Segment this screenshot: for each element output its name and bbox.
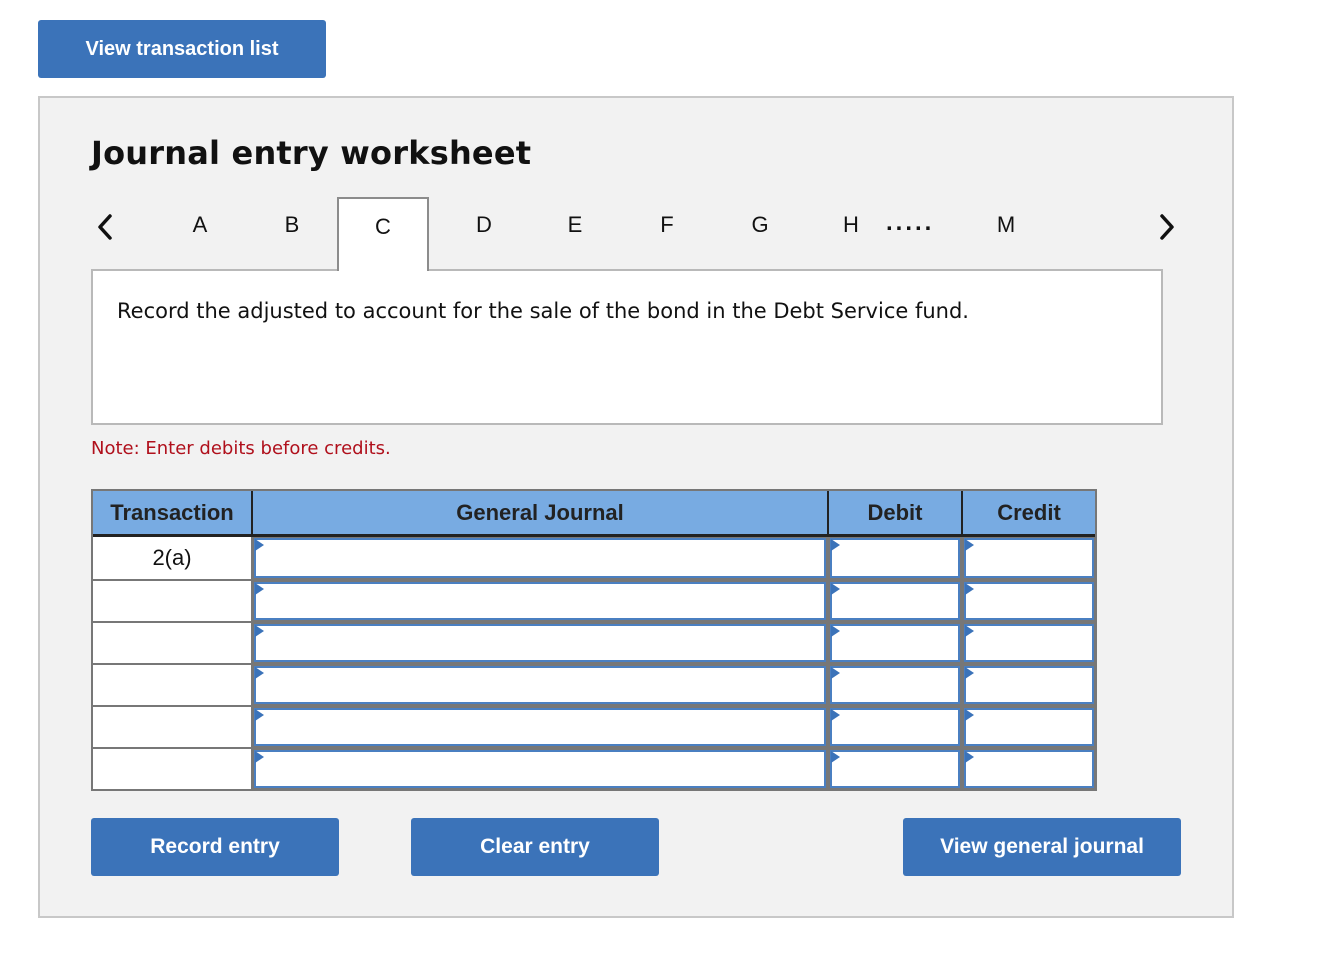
- credit-input[interactable]: [964, 538, 1094, 578]
- debit-input[interactable]: [830, 708, 960, 746]
- view-transaction-list-button[interactable]: View transaction list: [38, 20, 326, 78]
- table-header-row: Transaction General Journal Debit Credit: [93, 491, 1095, 537]
- dropdown-flag-icon: [831, 667, 840, 679]
- dropdown-flag-icon: [965, 539, 974, 551]
- tab-a[interactable]: A: [180, 197, 220, 271]
- credit-cell: [963, 623, 1095, 663]
- debit-cell: [829, 665, 963, 705]
- account-input[interactable]: [254, 666, 826, 704]
- dropdown-flag-icon: [831, 583, 840, 595]
- dropdown-flag-icon: [255, 539, 264, 551]
- dropdown-flag-icon: [965, 667, 974, 679]
- dropdown-flag-icon: [965, 625, 974, 637]
- debit-cell: [829, 707, 963, 747]
- tab-b[interactable]: B: [272, 197, 312, 271]
- table-row: [93, 705, 1095, 747]
- credit-cell: [963, 581, 1095, 621]
- debit-input[interactable]: [830, 750, 960, 788]
- table-body: 2(a): [93, 537, 1095, 789]
- debit-cell: [829, 581, 963, 621]
- question-prompt-text: Record the adjusted to account for the s…: [117, 299, 969, 323]
- account-cell: [253, 581, 829, 621]
- column-header-credit: Credit: [997, 499, 1061, 525]
- credit-input[interactable]: [964, 708, 1094, 746]
- dropdown-flag-icon: [831, 751, 840, 763]
- tab-h[interactable]: H: [831, 197, 871, 271]
- dropdown-flag-icon: [965, 709, 974, 721]
- transaction-cell: [93, 581, 253, 621]
- dropdown-flag-icon: [831, 539, 840, 551]
- table-row: [93, 579, 1095, 621]
- dropdown-flag-icon: [255, 667, 264, 679]
- debit-input[interactable]: [830, 538, 960, 578]
- dropdown-flag-icon: [255, 625, 264, 637]
- tab-g[interactable]: G: [740, 197, 780, 271]
- tab-c[interactable]: C: [337, 197, 429, 271]
- transaction-cell: [93, 665, 253, 705]
- transaction-cell: 2(a): [93, 537, 253, 579]
- account-cell: [253, 707, 829, 747]
- table-row: [93, 663, 1095, 705]
- chevron-left-icon: [98, 214, 112, 240]
- chevron-right-icon: [1160, 214, 1174, 240]
- credit-input[interactable]: [964, 624, 1094, 662]
- debit-input[interactable]: [830, 666, 960, 704]
- transaction-cell: [93, 707, 253, 747]
- account-cell: [253, 665, 829, 705]
- account-input[interactable]: [254, 708, 826, 746]
- account-input[interactable]: [254, 538, 826, 578]
- credit-cell: [963, 707, 1095, 747]
- credit-cell: [963, 665, 1095, 705]
- tab-m[interactable]: M: [986, 197, 1026, 271]
- table-row: 2(a): [93, 537, 1095, 579]
- dropdown-flag-icon: [831, 625, 840, 637]
- credit-input[interactable]: [964, 666, 1094, 704]
- column-header-transaction: Transaction: [93, 491, 253, 534]
- account-cell: [253, 537, 829, 579]
- account-input[interactable]: [254, 582, 826, 620]
- credit-input[interactable]: [964, 582, 1094, 620]
- dropdown-flag-icon: [831, 709, 840, 721]
- worksheet-title: Journal entry worksheet: [91, 134, 532, 172]
- account-cell: [253, 623, 829, 663]
- credit-cell: [963, 749, 1095, 789]
- general-journal-table: Transaction General Journal Debit Credit…: [91, 489, 1097, 791]
- debit-cell: [829, 749, 963, 789]
- dropdown-flag-icon: [255, 709, 264, 721]
- tab-e[interactable]: E: [555, 197, 595, 271]
- account-input[interactable]: [254, 750, 826, 788]
- column-header-general-journal: General Journal: [253, 491, 829, 534]
- column-header-debit: Debit: [829, 491, 963, 534]
- account-cell: [253, 749, 829, 789]
- debits-before-credits-note: Note: Enter debits before credits.: [91, 438, 391, 459]
- transaction-cell: [93, 623, 253, 663]
- previous-tab-button[interactable]: [90, 207, 120, 247]
- credit-cell: [963, 537, 1095, 579]
- transaction-cell: [93, 749, 253, 789]
- next-tab-button[interactable]: [1152, 207, 1182, 247]
- tab-d[interactable]: D: [464, 197, 504, 271]
- credit-input[interactable]: [964, 750, 1094, 788]
- transaction-tabs: A B C D E F G H ..... M: [40, 197, 1232, 271]
- table-row: [93, 621, 1095, 663]
- debit-cell: [829, 537, 963, 579]
- record-entry-button[interactable]: Record entry: [91, 818, 339, 876]
- debit-input[interactable]: [830, 624, 960, 662]
- debit-input[interactable]: [830, 582, 960, 620]
- clear-entry-button[interactable]: Clear entry: [411, 818, 659, 876]
- dropdown-flag-icon: [965, 583, 974, 595]
- journal-entry-worksheet: Journal entry worksheet A B C D E F G H …: [38, 96, 1234, 918]
- dropdown-flag-icon: [965, 751, 974, 763]
- debit-cell: [829, 623, 963, 663]
- question-prompt-box: Record the adjusted to account for the s…: [91, 269, 1163, 425]
- view-general-journal-button[interactable]: View general journal: [903, 818, 1181, 876]
- dropdown-flag-icon: [255, 751, 264, 763]
- account-input[interactable]: [254, 624, 826, 662]
- table-row: [93, 747, 1095, 789]
- tab-ellipsis: .....: [886, 209, 935, 236]
- dropdown-flag-icon: [255, 583, 264, 595]
- tab-f[interactable]: F: [647, 197, 687, 271]
